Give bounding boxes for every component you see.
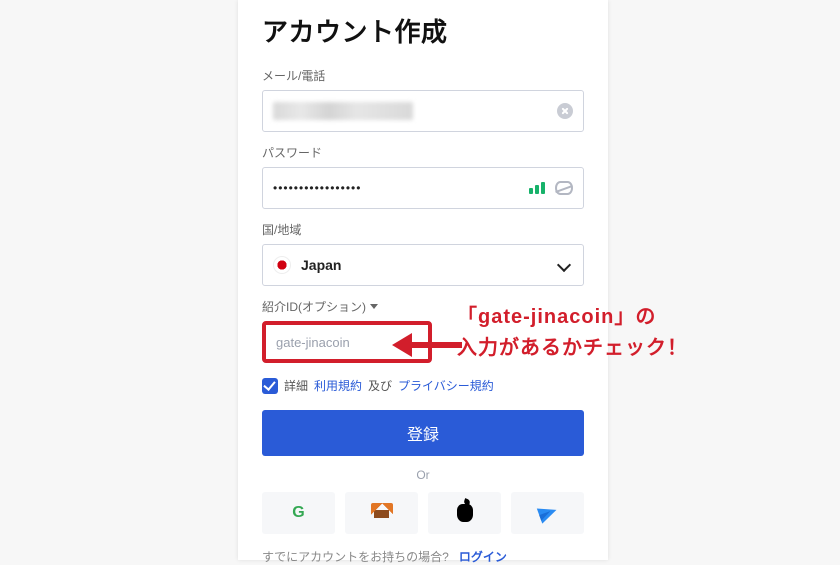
- terms-mid: 及び: [368, 377, 392, 394]
- chevron-down-icon: [557, 258, 571, 272]
- email-field[interactable]: [262, 90, 584, 132]
- country-select[interactable]: Japan: [262, 244, 584, 286]
- privacy-policy-link[interactable]: プライバシー規約: [398, 377, 494, 394]
- apple-icon: [457, 504, 473, 522]
- flag-japan-icon: [273, 256, 291, 274]
- terms-prefix: 詳細: [284, 377, 308, 394]
- register-button[interactable]: 登録: [262, 410, 584, 456]
- referral-input[interactable]: gate-jinacoin: [262, 321, 432, 363]
- metamask-icon: [371, 503, 393, 523]
- signup-panel: アカウント作成 メール/電話 パスワード ••••••••••••••••• 国…: [238, 0, 608, 560]
- password-label: パスワード: [262, 144, 584, 161]
- google-icon: G: [292, 504, 304, 522]
- eye-off-icon[interactable]: [555, 181, 573, 195]
- referral-placeholder: gate-jinacoin: [276, 335, 350, 350]
- social-login-row: G: [262, 492, 584, 534]
- telegram-login-button[interactable]: [511, 492, 584, 534]
- login-prompt: すでにアカウントをお持ちの場合? ログイン: [262, 548, 584, 565]
- country-value: Japan: [301, 257, 559, 273]
- terms-of-service-link[interactable]: 利用規約: [314, 377, 362, 394]
- password-field[interactable]: •••••••••••••••••: [262, 167, 584, 209]
- metamask-login-button[interactable]: [345, 492, 418, 534]
- clear-icon[interactable]: [557, 103, 573, 119]
- apple-login-button[interactable]: [428, 492, 501, 534]
- terms-row: 詳細 利用規約 及び プライバシー規約: [262, 377, 584, 394]
- password-strength-icon: [529, 182, 545, 194]
- password-value: •••••••••••••••••: [273, 181, 361, 195]
- login-link[interactable]: ログイン: [459, 550, 507, 564]
- terms-checkbox[interactable]: [262, 378, 278, 394]
- page-title: アカウント作成: [262, 12, 584, 49]
- login-prompt-text: すでにアカウントをお持ちの場合?: [262, 550, 449, 564]
- referral-label: 紹介ID(オプション): [262, 298, 366, 315]
- country-label: 国/地域: [262, 221, 584, 238]
- referral-label-row[interactable]: 紹介ID(オプション): [262, 298, 584, 315]
- telegram-icon: [536, 502, 558, 523]
- email-label: メール/電話: [262, 67, 584, 84]
- caret-down-icon: [370, 304, 378, 309]
- google-login-button[interactable]: G: [262, 492, 335, 534]
- email-value-masked: [273, 102, 413, 120]
- or-divider: Or: [262, 468, 584, 482]
